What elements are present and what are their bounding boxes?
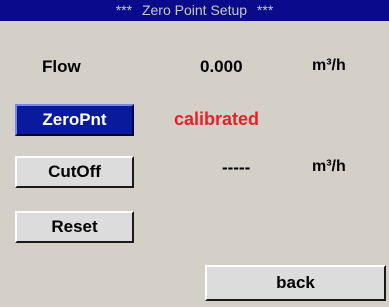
title-bar: *** Zero Point Setup *** xyxy=(0,0,389,21)
calibration-status: calibrated xyxy=(174,109,260,129)
cutoff-value: ----- xyxy=(222,158,251,177)
flow-label: Flow xyxy=(42,57,81,76)
title-prefix: *** xyxy=(115,2,133,18)
back-button[interactable]: back xyxy=(205,265,386,301)
page-title: Zero Point Setup xyxy=(141,2,248,18)
title-suffix: *** xyxy=(256,2,274,18)
zeropnt-button[interactable]: ZeroPnt xyxy=(15,104,134,136)
reset-button[interactable]: Reset xyxy=(15,211,134,243)
cutoff-unit: m³/h xyxy=(312,158,346,175)
flow-value: 0.000 xyxy=(200,57,243,76)
flow-unit: m³/h xyxy=(312,57,346,74)
cutoff-button[interactable]: CutOff xyxy=(15,156,134,188)
